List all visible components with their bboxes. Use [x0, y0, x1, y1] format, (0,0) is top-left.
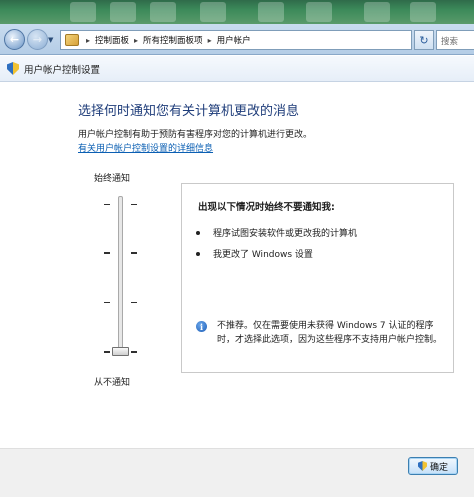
search-input[interactable]: 搜索 [436, 30, 474, 50]
ok-button[interactable]: 确定 [408, 457, 458, 475]
page-heading: 选择何时通知您有关计算机更改的消息 [78, 104, 300, 119]
slider-top-label: 始终通知 [94, 174, 131, 184]
slider-tick [104, 351, 110, 353]
bullet-text: 程序试图安装软件或更改我的计算机 [213, 229, 358, 239]
slider-track[interactable] [118, 196, 123, 356]
breadcrumb-separator-icon[interactable]: ▸ [134, 36, 138, 45]
uac-details-link[interactable]: 有关用户帐户控制设置的详细信息 [78, 141, 213, 154]
ok-button-label: 确定 [429, 462, 448, 473]
bullet-icon [196, 230, 200, 235]
taskbar-app-icon[interactable] [150, 2, 176, 22]
slider-thumb[interactable] [112, 347, 129, 356]
slider-tick [131, 204, 137, 205]
taskbar-app-icon[interactable] [410, 2, 436, 22]
list-item: 程序试图安装软件或更改我的计算机 [196, 226, 357, 239]
refresh-icon[interactable]: ↻ [414, 30, 434, 50]
back-arrow-icon[interactable]: ← [4, 29, 25, 50]
taskbar-app-icon[interactable] [110, 2, 136, 22]
window-title-bar: 用户帐户控制设置 [0, 56, 474, 82]
level-description-panel: 出现以下情况时始终不要通知我: 程序试图安装软件或更改我的计算机 我更改了 Wi… [181, 183, 454, 373]
page-description: 用户帐户控制有助于预防有害程序对您的计算机进行更改。 [78, 130, 313, 140]
forward-arrow-icon[interactable]: → [27, 29, 48, 50]
list-item: 我更改了 Windows 设置 [196, 247, 313, 260]
breadcrumb-item[interactable]: 所有控制面板项 [142, 34, 204, 46]
not-recommended-note: 不推荐。仅在需要使用未获得 Windows 7 认证的程序时，才选择此选项，因为… [217, 321, 443, 345]
notification-level-slider[interactable] [100, 192, 144, 364]
slider-tick [104, 302, 110, 303]
bullet-text: 我更改了 Windows 设置 [213, 250, 313, 260]
address-bar-row: ← → ▼ ▸ 控制面板 ▸ 所有控制面板项 ▸ 用户帐户 ↻ 搜索 [0, 24, 474, 55]
recent-pages-chevron-down-icon[interactable]: ▼ [48, 36, 56, 44]
slider-tick [104, 204, 110, 205]
info-icon: i [196, 321, 207, 332]
taskbar-app-icon[interactable] [364, 2, 390, 22]
taskbar-app-icon[interactable] [200, 2, 226, 22]
taskbar-app-icon[interactable] [70, 2, 96, 22]
breadcrumb-item[interactable]: 控制面板 [94, 34, 130, 46]
desktop-taskbar-strip [0, 0, 474, 24]
slider-bottom-label: 从不通知 [94, 378, 131, 388]
window-title: 用户帐户控制设置 [24, 64, 101, 76]
control-panel-icon [65, 34, 79, 46]
taskbar-app-icon[interactable] [258, 2, 284, 22]
taskbar-app-icon[interactable] [306, 2, 332, 22]
breadcrumb-item[interactable]: 用户帐户 [216, 34, 252, 46]
breadcrumb-separator-icon[interactable]: ▸ [208, 36, 212, 45]
button-bar: 确定 [0, 448, 474, 497]
slider-tick [131, 302, 137, 303]
uac-shield-icon [7, 62, 19, 75]
breadcrumb-separator-icon[interactable]: ▸ [86, 36, 90, 45]
breadcrumb[interactable]: ▸ 控制面板 ▸ 所有控制面板项 ▸ 用户帐户 [60, 30, 412, 50]
slider-tick [131, 252, 137, 254]
bullet-icon [196, 251, 200, 256]
slider-tick [104, 252, 110, 254]
panel-heading: 出现以下情况时始终不要通知我: [198, 202, 335, 213]
uac-shield-icon [417, 461, 427, 471]
slider-tick [131, 351, 137, 353]
